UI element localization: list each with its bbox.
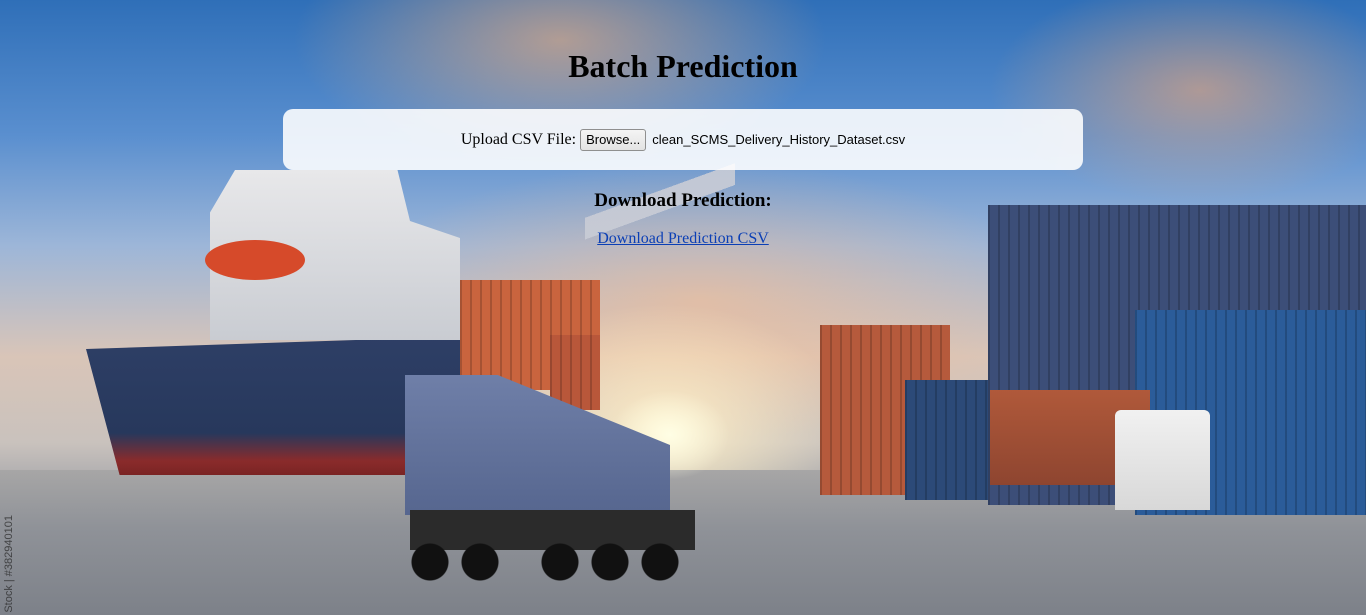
page-title: Batch Prediction — [568, 48, 798, 84]
main-content: Batch Prediction Upload CSV File: Browse… — [0, 0, 1366, 615]
selected-file-name: clean_SCMS_Delivery_History_Dataset.csv — [652, 132, 906, 147]
download-link-container: Download Prediction CSV — [0, 230, 1366, 248]
upload-form: Upload CSV File: Browse... clean_SCMS_De… — [283, 109, 1083, 170]
download-heading: Download Prediction: — [594, 190, 772, 211]
browse-button[interactable]: Browse... — [580, 128, 647, 151]
download-prediction-link[interactable]: Download Prediction CSV — [597, 230, 769, 247]
upload-label: Upload CSV File: — [460, 130, 577, 148]
